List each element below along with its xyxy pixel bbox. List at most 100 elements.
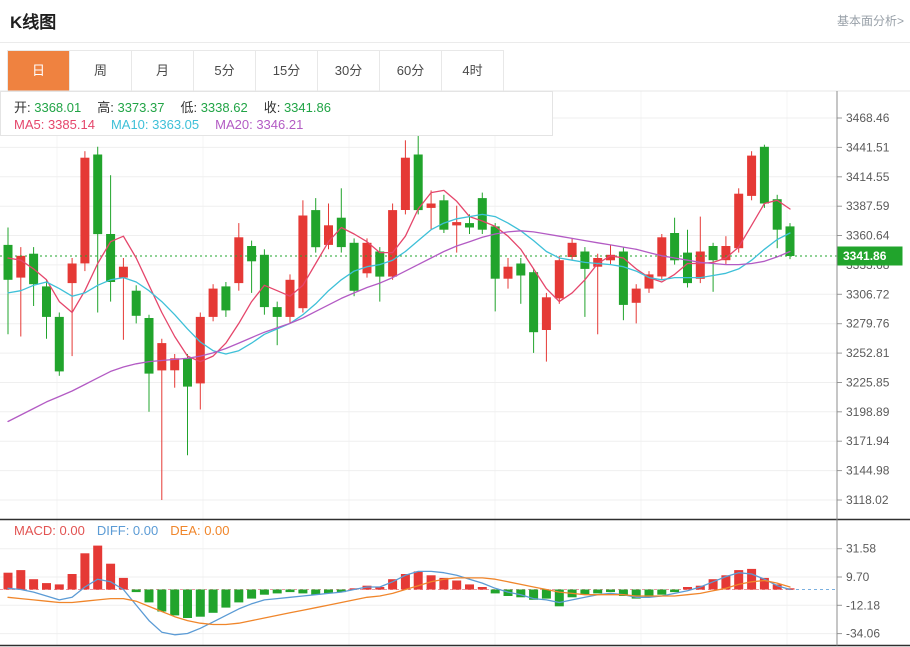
candle bbox=[80, 158, 89, 264]
candle bbox=[555, 260, 564, 298]
macd-bar bbox=[273, 590, 282, 594]
macd-bar bbox=[542, 590, 551, 599]
legend-value: 3338.62 bbox=[197, 100, 248, 115]
candle bbox=[311, 210, 320, 247]
ma-row: MA5: 3385.14 MA10: 3363.05 MA20: 3346.21 bbox=[14, 117, 319, 132]
macd-bar bbox=[298, 590, 307, 594]
price-tick-label: 3360.64 bbox=[846, 229, 890, 243]
legend-pair: 收: 3341.86 bbox=[264, 100, 331, 115]
candle bbox=[747, 156, 756, 196]
candle bbox=[337, 218, 346, 247]
candle bbox=[55, 317, 64, 372]
macd-bar bbox=[132, 590, 141, 593]
price-tick-label: 3306.72 bbox=[846, 287, 890, 301]
macd-bar bbox=[68, 574, 77, 590]
macd-tick-label: 31.58 bbox=[846, 542, 876, 556]
macd-bar bbox=[183, 590, 192, 619]
legend-label: DEA: bbox=[170, 523, 200, 538]
legend-pair: MA20: 3346.21 bbox=[215, 117, 303, 132]
macd-bar bbox=[145, 590, 154, 603]
price-tick-label: 3387.59 bbox=[846, 199, 890, 213]
candle bbox=[260, 255, 269, 307]
candle bbox=[42, 286, 51, 317]
candle bbox=[363, 243, 372, 273]
macd-histogram[interactable] bbox=[4, 546, 795, 618]
ohlc-ma-legend: 开: 3368.01 高: 3373.37 低: 3338.62 收: 3341.86… bbox=[0, 91, 553, 136]
legend-label: MACD: bbox=[14, 523, 56, 538]
legend-pair: DIFF: 0.00 bbox=[97, 523, 158, 538]
macd-bar bbox=[465, 584, 474, 589]
candle bbox=[504, 267, 513, 279]
candle bbox=[93, 155, 102, 235]
candle bbox=[68, 264, 77, 284]
price-tick-label: 3414.55 bbox=[846, 170, 890, 184]
price-tick-label: 3441.51 bbox=[846, 140, 890, 154]
candles[interactable] bbox=[4, 135, 795, 500]
legend-pair: MA5: 3385.14 bbox=[14, 117, 95, 132]
current-price-tag: 3341.86 bbox=[838, 247, 903, 266]
macd-bar bbox=[209, 590, 218, 613]
macd-bar bbox=[221, 590, 230, 608]
candle bbox=[350, 243, 359, 291]
price-tick-label: 3198.89 bbox=[846, 405, 890, 419]
macd-bar bbox=[593, 590, 602, 594]
svg-text:3341.86: 3341.86 bbox=[843, 249, 887, 263]
candle bbox=[452, 222, 461, 225]
candle bbox=[427, 204, 436, 208]
legend-label: 高: bbox=[97, 100, 114, 115]
macd-bar bbox=[4, 573, 13, 590]
macd-bar bbox=[196, 590, 205, 617]
macd-bar bbox=[157, 590, 166, 612]
price-tick-label: 3252.81 bbox=[846, 346, 890, 360]
macd-bar bbox=[234, 590, 243, 603]
macd-bar bbox=[260, 590, 269, 595]
candle bbox=[773, 199, 782, 230]
macd-tick-label: -34.06 bbox=[846, 627, 880, 641]
macd-bar bbox=[247, 590, 256, 599]
legend-pair: MA10: 3363.05 bbox=[111, 117, 199, 132]
candle bbox=[414, 155, 423, 211]
macd-bar bbox=[452, 581, 461, 590]
macd-bar bbox=[93, 546, 102, 590]
macd-bar bbox=[606, 590, 615, 593]
legend-value: 3385.14 bbox=[44, 117, 95, 132]
candle bbox=[157, 343, 166, 370]
candle bbox=[632, 289, 641, 303]
candle bbox=[529, 272, 538, 332]
macd-tick-label: 9.70 bbox=[846, 570, 870, 584]
candle bbox=[132, 291, 141, 316]
macd-bar bbox=[16, 570, 25, 589]
macd-bar bbox=[42, 583, 51, 590]
candle bbox=[568, 243, 577, 257]
legend-pair: 低: 3338.62 bbox=[180, 100, 247, 115]
candle bbox=[183, 358, 192, 386]
candle bbox=[4, 245, 13, 280]
candle bbox=[145, 318, 154, 374]
macd-bar bbox=[478, 587, 487, 590]
candle bbox=[119, 267, 128, 278]
candle bbox=[516, 264, 525, 276]
legend-label: MA10: bbox=[111, 117, 149, 132]
candle bbox=[683, 253, 692, 284]
macd-bar bbox=[55, 584, 64, 589]
candle bbox=[273, 307, 282, 317]
candle bbox=[465, 223, 474, 227]
macd-bar bbox=[670, 590, 679, 593]
ohlc-row: 开: 3368.01 高: 3373.37 低: 3338.62 收: 3341.86 bbox=[14, 97, 347, 116]
legend-value: 3373.37 bbox=[114, 100, 165, 115]
candle bbox=[221, 286, 230, 310]
legend-pair: 开: 3368.01 bbox=[14, 100, 81, 115]
legend-pair: DEA: 0.00 bbox=[170, 523, 229, 538]
price-tick-label: 3225.85 bbox=[846, 376, 890, 390]
candle bbox=[286, 280, 295, 317]
candle bbox=[709, 246, 718, 260]
macd-bar bbox=[106, 564, 115, 590]
legend-value: 3346.21 bbox=[253, 117, 304, 132]
macd-legend: MACD: 0.00DIFF: 0.00DEA: 0.00 bbox=[14, 523, 242, 538]
candle bbox=[580, 252, 589, 269]
candle bbox=[388, 210, 397, 277]
candle bbox=[234, 237, 243, 283]
legend-pair: MACD: 0.00 bbox=[14, 523, 85, 538]
legend-value: 0.00 bbox=[129, 523, 158, 538]
macd-bar bbox=[80, 553, 89, 589]
